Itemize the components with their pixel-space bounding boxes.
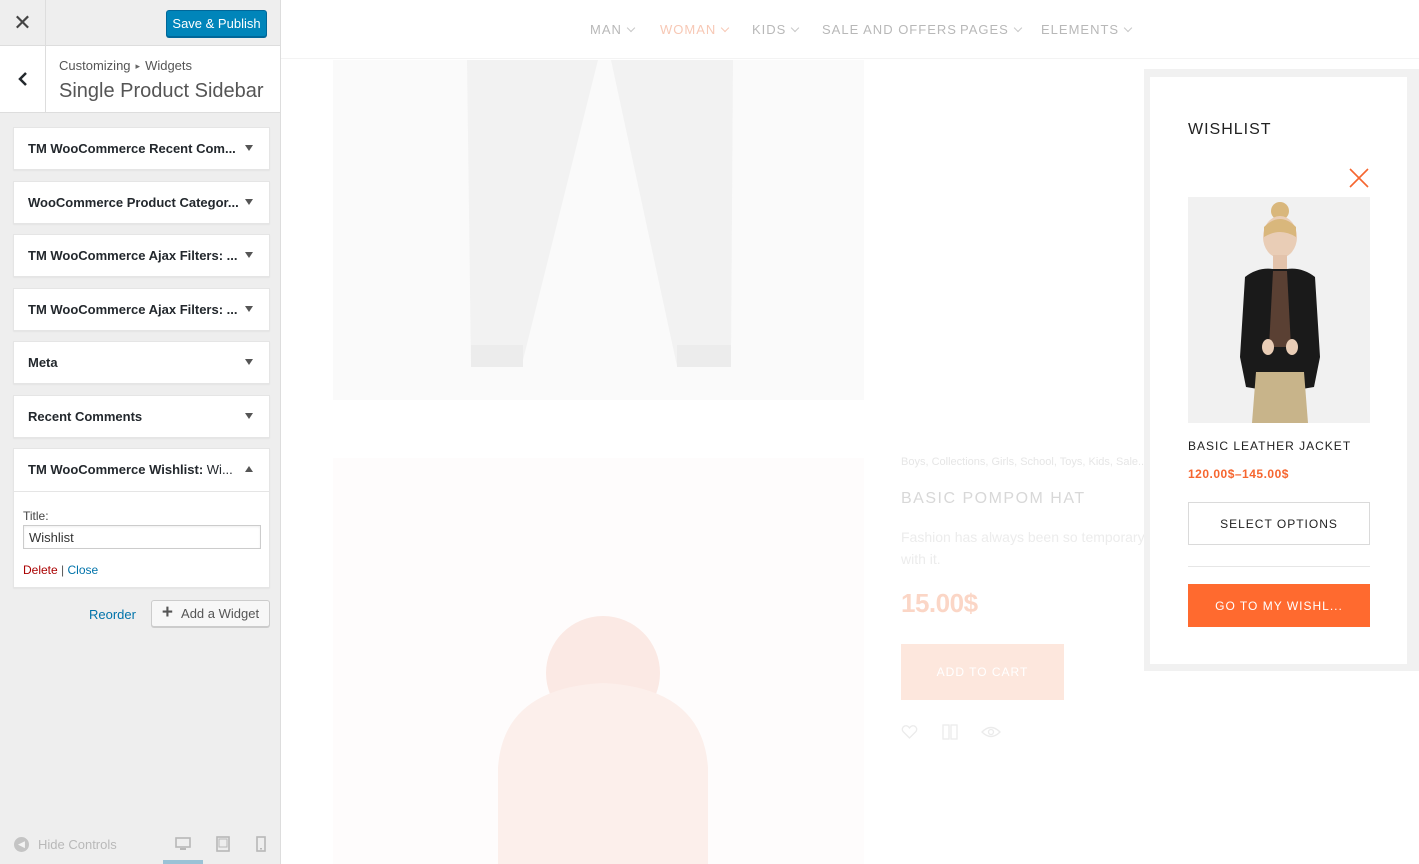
add-widget-button[interactable]: + Add a Widget	[151, 600, 270, 627]
nav-item-pages[interactable]: PAGES	[960, 22, 1023, 37]
nav-label: PAGES	[960, 22, 1009, 37]
wishlist-item-price: 120.00$–145.00$	[1188, 467, 1289, 481]
nav-label: WOMAN	[660, 22, 717, 37]
arrow-left-icon: ◀	[14, 837, 29, 852]
wishlist-title: WISHLIST	[1188, 121, 1272, 138]
widget-meta[interactable]: Meta	[13, 341, 270, 384]
widget-wishlist[interactable]: TM WooCommerce Wishlist: Wi... Title: De…	[13, 448, 270, 588]
divider	[1188, 566, 1370, 567]
pants-illustration	[467, 60, 733, 367]
nav-item-elements[interactable]: ELEMENTS	[1041, 22, 1133, 37]
close-icon: ✕	[13, 10, 32, 35]
widget-title: TM WooCommerce Wishlist: Wi...	[28, 462, 233, 477]
widget-title: TM WooCommerce Recent Com...	[28, 141, 236, 156]
widget-title-sub: Wi...	[203, 462, 233, 477]
add-widget-label: Add a Widget	[181, 606, 260, 621]
back-button[interactable]	[0, 46, 46, 112]
hide-controls-button[interactable]: ◀ Hide Controls	[14, 837, 117, 852]
breadcrumb: Customizing ▸ Widgets	[59, 58, 192, 73]
nav-label: MAN	[590, 22, 622, 37]
chevron-left-icon	[17, 72, 27, 86]
widget-ajax-filters-1[interactable]: TM WooCommerce Ajax Filters: ...	[13, 234, 270, 277]
save-publish-button[interactable]: Save & Publish	[166, 10, 267, 37]
customizer-header: ✕ Save & Publish	[0, 0, 280, 46]
widget-recent-comments[interactable]: Recent Comments	[13, 395, 270, 438]
title-field[interactable]	[23, 525, 261, 549]
widget-actions: Delete | Close	[23, 563, 98, 577]
product-categories: Boys, Collections, Girls, School, Toys, …	[901, 456, 1148, 468]
widget-title: Meta	[28, 355, 58, 370]
arrow-down-icon[interactable]	[245, 413, 253, 419]
nav-item-sale-and-offers[interactable]: SALE AND OFFERS	[822, 22, 957, 37]
tablet-icon[interactable]	[216, 836, 230, 852]
widget-title: TM WooCommerce Ajax Filters: ...	[28, 302, 238, 317]
section-header: Customizing ▸ Widgets Single Product Sideb…	[0, 46, 280, 113]
widget-recent-comments-tm[interactable]: TM WooCommerce Recent Com...	[13, 127, 270, 170]
customizer-sidebar: ✕ Save & Publish Customizing ▸ Widgets Sin…	[0, 0, 281, 864]
chevron-down-icon	[626, 23, 636, 33]
product-image-hat[interactable]	[333, 458, 864, 864]
chevron-down-icon	[721, 23, 730, 33]
product-description: Fashion has always been so temporary wit…	[901, 529, 1145, 567]
chevron-down-icon	[791, 23, 800, 33]
customizer-footer: ◀ Hide Controls	[0, 826, 280, 864]
leather-jacket-illustration	[1188, 197, 1370, 423]
eye-icon[interactable]	[981, 724, 1001, 740]
widget-title: Recent Comments	[28, 409, 143, 424]
widget-ajax-filters-2[interactable]: TM WooCommerce Ajax Filters: ...	[13, 288, 270, 331]
section-title: Single Product Sidebar	[59, 80, 264, 102]
title-field-label: Title:	[23, 509, 49, 523]
main-navigation: MAN WOMAN KIDS SALE AND OFFERS PAGES ELE…	[281, 0, 1419, 59]
breadcrumb-current: Widgets	[145, 58, 193, 73]
add-to-cart-button[interactable]: ADD TO CART	[901, 644, 1064, 700]
chevron-down-icon	[1013, 23, 1023, 33]
arrow-down-icon[interactable]	[245, 252, 253, 258]
arrow-down-icon[interactable]	[245, 199, 253, 205]
chevron-down-icon	[1123, 23, 1133, 33]
product-name[interactable]: BASIC POMPOM HAT	[901, 490, 1086, 508]
mobile-icon[interactable]	[256, 836, 266, 852]
wishlist-panel: WISHLIST BASIC LEATHER JACKET 120.00$–14…	[1150, 77, 1407, 664]
arrow-down-icon[interactable]	[245, 145, 253, 151]
wishlist-widget: WISHLIST BASIC LEATHER JACKET 120.00$–14…	[1144, 69, 1419, 671]
active-device-indicator	[163, 860, 203, 864]
nav-label: SALE AND OFFERS	[822, 22, 957, 37]
arrow-down-icon[interactable]	[245, 359, 253, 365]
widget-title: TM WooCommerce Ajax Filters: ...	[28, 248, 238, 263]
compare-icon[interactable]	[942, 724, 958, 740]
plus-icon: +	[161, 602, 174, 623]
hat-illustration	[498, 616, 708, 864]
nav-label: ELEMENTS	[1041, 22, 1120, 37]
select-options-button[interactable]: SELECT OPTIONS	[1188, 502, 1370, 545]
delete-link[interactable]: Delete	[23, 563, 58, 577]
widget-title-main: TM WooCommerce Wishlist:	[28, 462, 204, 477]
nav-item-kids[interactable]: KIDS	[752, 22, 800, 37]
close-customizer-button[interactable]: ✕	[0, 0, 46, 46]
site-preview: MAN WOMAN KIDS SALE AND OFFERS PAGES ELE…	[281, 0, 1419, 864]
widget-title: WooCommerce Product Categor...	[28, 195, 239, 210]
link-separator: |	[61, 563, 65, 577]
heart-icon[interactable]	[901, 724, 918, 740]
wishlist-item-name[interactable]: BASIC LEATHER JACKET	[1188, 439, 1351, 453]
arrow-down-icon[interactable]	[245, 306, 253, 312]
close-link[interactable]: Close	[68, 563, 99, 577]
product-price: 15.00$	[901, 588, 978, 618]
remove-item-icon[interactable]	[1347, 166, 1371, 190]
breadcrumb-separator: ▸	[135, 61, 141, 71]
wishlist-item-image[interactable]	[1188, 197, 1370, 423]
nav-item-man[interactable]: MAN	[590, 22, 636, 37]
reorder-link[interactable]: Reorder	[89, 607, 136, 622]
nav-item-woman[interactable]: WOMAN	[660, 22, 730, 37]
go-to-wishlist-button[interactable]: GO TO MY WISHL...	[1188, 584, 1370, 627]
widget-product-categories[interactable]: WooCommerce Product Categor...	[13, 181, 270, 224]
arrow-up-icon[interactable]	[245, 466, 253, 472]
breadcrumb-root: Customizing	[59, 58, 131, 73]
nav-label: KIDS	[752, 22, 787, 37]
desktop-icon[interactable]	[175, 836, 191, 852]
hide-controls-label: Hide Controls	[38, 837, 117, 852]
product-image-pants[interactable]	[333, 60, 864, 400]
divider	[14, 491, 269, 492]
